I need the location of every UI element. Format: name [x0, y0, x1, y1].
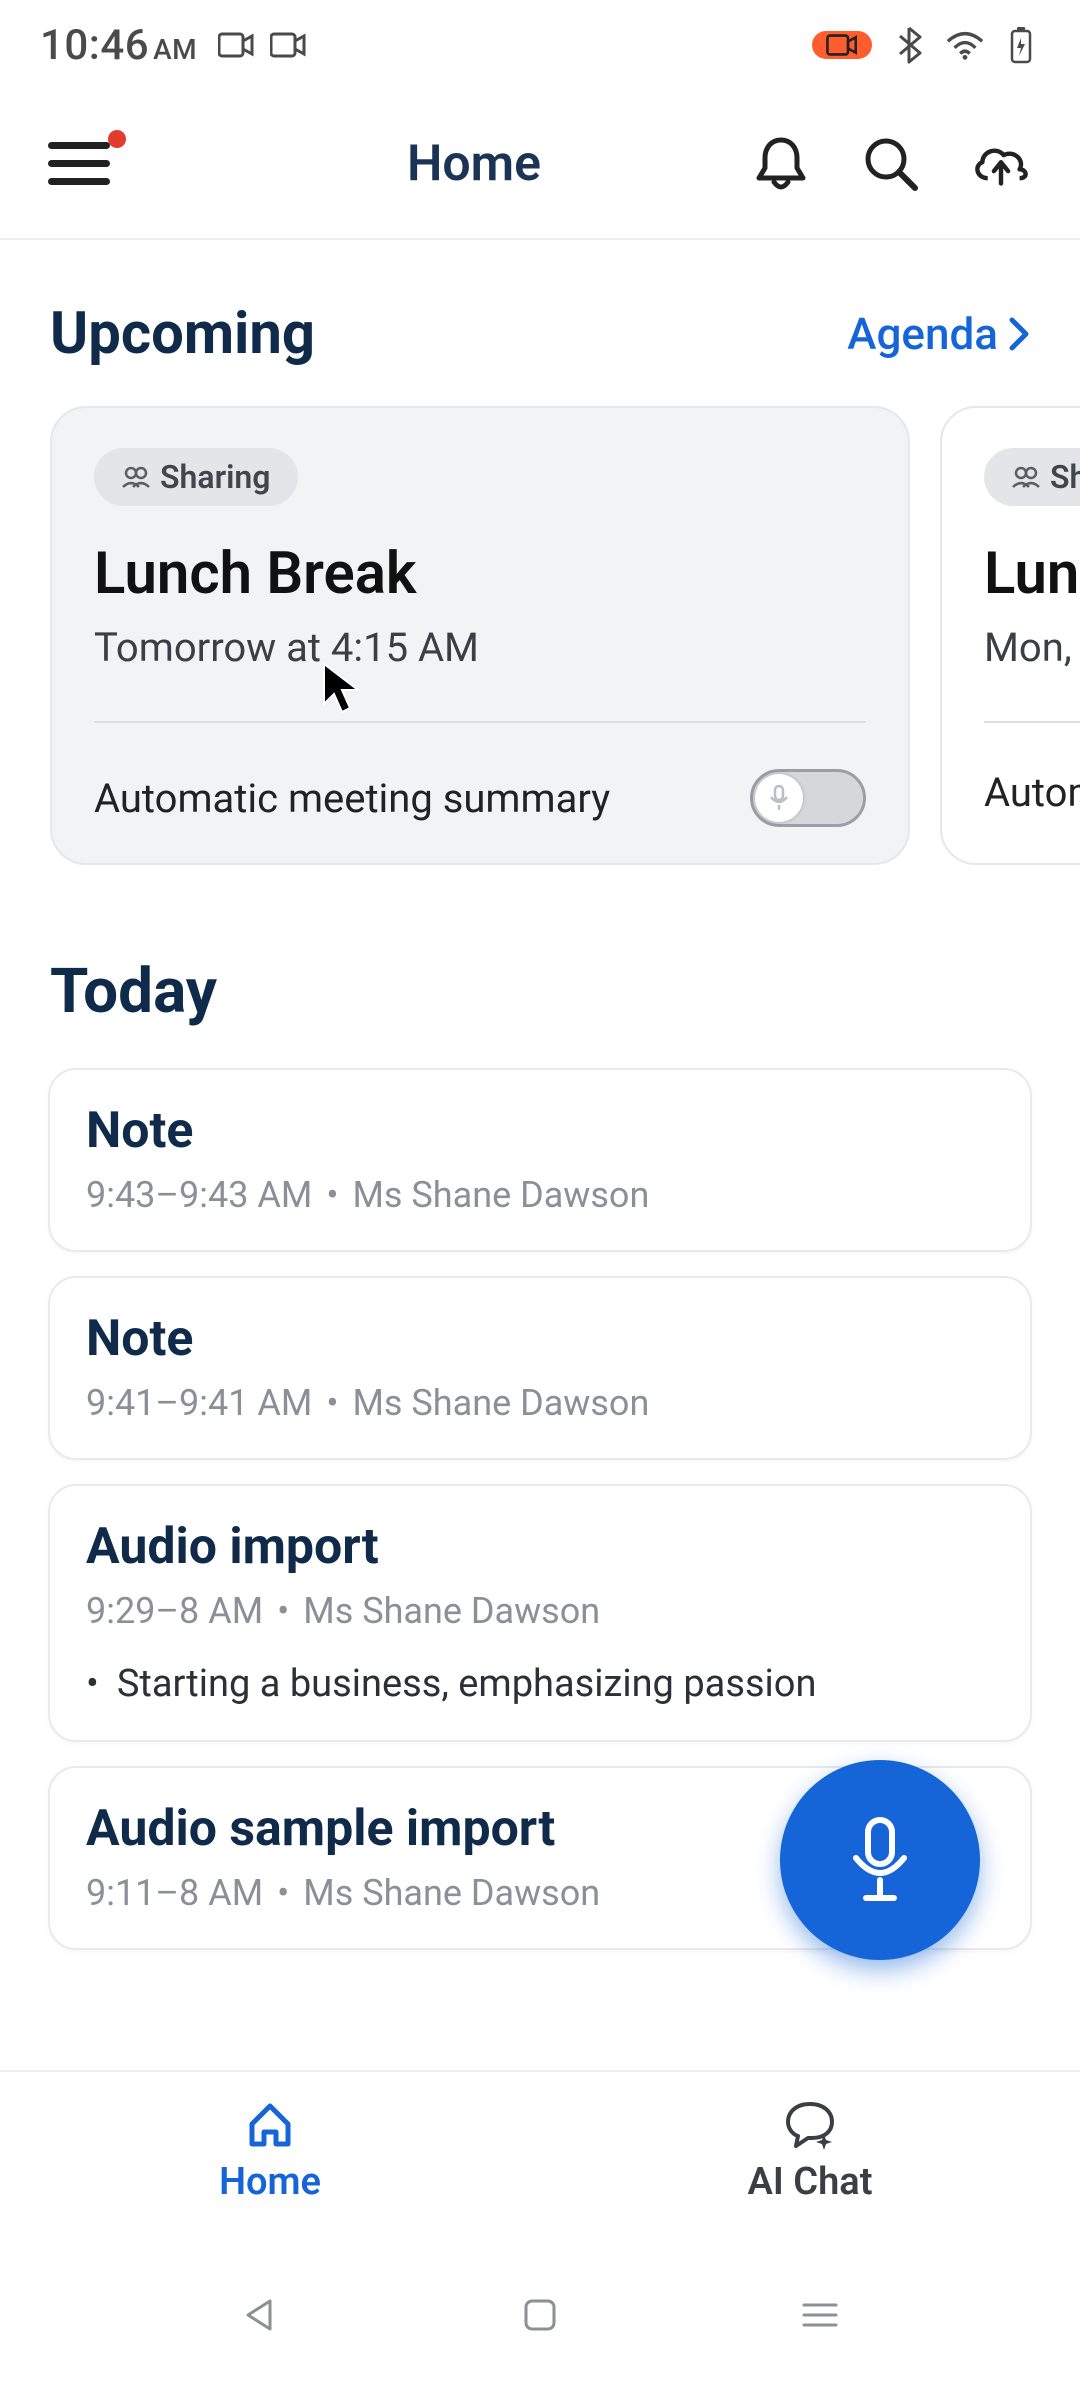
tab-home[interactable]: Home — [0, 2072, 540, 2230]
notification-dot-icon — [108, 130, 126, 148]
mic-icon — [766, 783, 792, 813]
note-snippet: Starting a business, emphasizing passion — [86, 1662, 994, 1706]
note-title: Note — [86, 1102, 994, 1160]
note-card[interactable]: Audio import 9:29–8 AM•Ms Shane Dawson S… — [48, 1484, 1032, 1742]
nav-recent-button[interactable] — [795, 2290, 845, 2340]
triangle-back-icon — [240, 2295, 280, 2335]
sharing-badge-label: Sha — [1050, 458, 1080, 496]
search-button[interactable] — [860, 133, 922, 195]
note-meta: 9:29–8 AM•Ms Shane Dawson — [86, 1590, 994, 1632]
square-home-icon — [521, 2296, 559, 2334]
search-icon — [861, 134, 921, 194]
agenda-link[interactable]: Agenda — [847, 308, 1030, 360]
note-card[interactable]: Note 9:43–9:43 AM•Ms Shane Dawson — [48, 1068, 1032, 1252]
note-title: Note — [86, 1310, 994, 1368]
wifi-icon — [946, 30, 984, 60]
upcoming-heading: Upcoming — [50, 300, 315, 368]
note-meta: 9:43–9:43 AM•Ms Shane Dawson — [86, 1174, 994, 1216]
tab-home-label: Home — [219, 2160, 321, 2204]
nav-home-button[interactable] — [515, 2290, 565, 2340]
note-title: Audio import — [86, 1518, 994, 1576]
app-header: Home — [0, 90, 1080, 240]
tab-aichat-label: AI Chat — [748, 2160, 873, 2204]
record-fab[interactable] — [780, 1760, 980, 1960]
upcoming-card-title: Lunc — [984, 540, 1080, 608]
upcoming-card[interactable]: Sha Lunc Mon, J Autom — [940, 406, 1080, 865]
cloud-upload-button[interactable] — [970, 133, 1032, 195]
record-indicator-icon — [269, 30, 307, 60]
upcoming-scroll[interactable]: Sharing Lunch Break Tomorrow at 4:15 AM … — [0, 406, 1080, 865]
record-indicator-icon — [217, 30, 255, 60]
nav-back-button[interactable] — [235, 2290, 285, 2340]
people-icon — [1012, 466, 1040, 488]
status-time: 10:46AM — [40, 21, 197, 70]
sharing-badge-label: Sharing — [160, 458, 270, 496]
bluetooth-icon — [890, 30, 928, 60]
chevron-right-icon — [1008, 316, 1030, 352]
toggle-knob — [755, 774, 803, 822]
hamburger-icon — [48, 160, 110, 167]
upcoming-card-subtitle: Tomorrow at 4:15 AM — [94, 624, 866, 671]
upcoming-card-subtitle: Mon, J — [984, 624, 1080, 671]
people-icon — [122, 466, 150, 488]
sharing-badge: Sharing — [94, 448, 298, 506]
tab-aichat[interactable]: AI Chat — [540, 2072, 1080, 2230]
note-meta: 9:41–9:41 AM•Ms Shane Dawson — [86, 1382, 994, 1424]
screen-record-badge-icon — [812, 31, 872, 59]
cloud-upload-icon — [970, 136, 1032, 192]
auto-summary-toggle[interactable] — [750, 769, 866, 827]
today-heading: Today — [50, 955, 1030, 1028]
auto-summary-label: Autom — [984, 769, 1080, 816]
chat-sparkle-icon — [782, 2098, 838, 2150]
battery-icon — [1002, 30, 1040, 60]
page-title: Home — [218, 135, 730, 193]
notifications-button[interactable] — [750, 133, 812, 195]
menu-button[interactable] — [48, 134, 118, 194]
system-nav-bar — [0, 2230, 1080, 2400]
home-icon — [244, 2098, 296, 2150]
upcoming-card[interactable]: Sharing Lunch Break Tomorrow at 4:15 AM … — [50, 406, 910, 865]
sharing-badge: Sha — [984, 448, 1080, 506]
recent-apps-icon — [800, 2299, 840, 2331]
bell-icon — [753, 134, 809, 194]
mic-icon — [840, 1810, 920, 1910]
status-bar: 10:46AM — [0, 0, 1080, 90]
agenda-link-label: Agenda — [847, 308, 998, 360]
note-card[interactable]: Note 9:41–9:41 AM•Ms Shane Dawson — [48, 1276, 1032, 1460]
divider — [94, 721, 866, 723]
upcoming-card-title: Lunch Break — [94, 540, 866, 608]
auto-summary-label: Automatic meeting summary — [94, 775, 610, 822]
tab-bar: Home AI Chat — [0, 2070, 1080, 2230]
divider — [984, 721, 1080, 723]
